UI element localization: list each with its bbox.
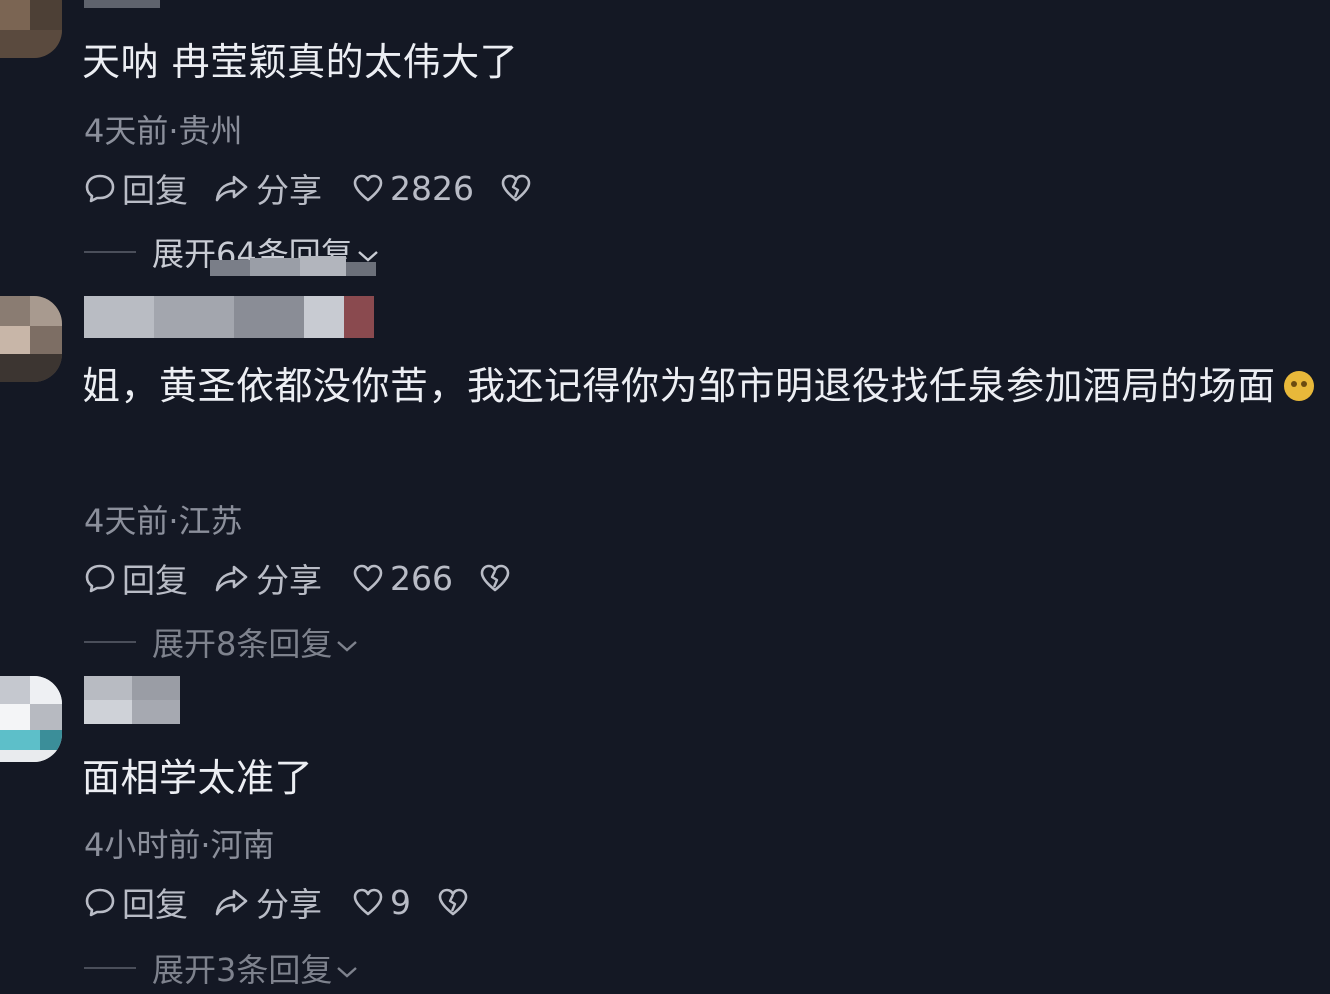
reply-label: 回复 — [122, 885, 188, 924]
reply-button[interactable]: 回复 — [84, 878, 188, 926]
chevron-down-icon — [336, 949, 358, 987]
share-arrow-icon — [214, 562, 250, 594]
share-button[interactable]: 分享 — [214, 164, 322, 212]
heart-icon — [352, 887, 384, 917]
dislike-button[interactable] — [437, 887, 469, 917]
username-blurred[interactable] — [84, 296, 374, 338]
divider-dash — [84, 641, 136, 643]
dislike-button[interactable] — [479, 563, 511, 593]
avatar[interactable] — [0, 676, 62, 762]
share-arrow-icon — [214, 172, 250, 204]
comment-time-location: 4天前·江苏 — [84, 502, 243, 540]
broken-heart-icon — [500, 173, 532, 203]
share-button[interactable]: 分享 — [214, 878, 322, 926]
like-count: 266 — [390, 558, 453, 598]
broken-heart-icon — [437, 887, 469, 917]
expand-replies-button[interactable]: 展开8条回复 — [84, 620, 358, 664]
reply-label: 回复 — [122, 171, 188, 210]
comment-actions: 回复 分享 266 — [84, 556, 511, 600]
expand-replies-label: 展开3条回复 — [152, 951, 333, 989]
like-button[interactable]: 9 — [352, 883, 411, 922]
divider-dash — [84, 251, 136, 253]
reply-label: 回复 — [122, 561, 188, 600]
comment-actions: 回复 分享 9 — [84, 880, 469, 924]
like-count: 9 — [390, 882, 411, 922]
avatar[interactable] — [0, 296, 62, 382]
username-blurred[interactable] — [84, 0, 160, 8]
comment-bubble-icon — [84, 562, 116, 594]
broken-heart-icon — [479, 563, 511, 593]
comment-time-location: 4天前·贵州 — [84, 112, 243, 150]
heart-icon — [352, 563, 384, 593]
comment-text: 面相学太准了 — [82, 756, 314, 800]
comment-time-location: 4小时前·河南 — [84, 826, 275, 864]
comment-text: 天呐 冉莹颖真的太伟大了 — [82, 40, 519, 84]
expand-replies-label: 展开8条回复 — [152, 625, 333, 663]
comment-item: 面相学太准了 4小时前·河南 回复 分享 9 展开3条回复 — [0, 676, 1330, 994]
share-arrow-icon — [214, 886, 250, 918]
avatar[interactable] — [0, 0, 62, 58]
dislike-button[interactable] — [500, 173, 532, 203]
share-label: 分享 — [256, 171, 322, 210]
comment-text-content: 姐，黄圣依都没你苦，我还记得你为邹市明退役找任泉参加酒局的场面 — [82, 364, 1276, 408]
share-label: 分享 — [256, 561, 322, 600]
username-blurred[interactable] — [84, 676, 180, 724]
mosaic-strip — [150, 242, 376, 276]
chevron-down-icon — [336, 623, 358, 661]
grimace-emoji-icon — [1283, 371, 1314, 401]
comment-text: 姐，黄圣依都没你苦，我还记得你为邹市明退役找任泉参加酒局的场面 — [82, 354, 1327, 418]
share-label: 分享 — [256, 885, 322, 924]
expand-replies-button[interactable]: 展开3条回复 — [84, 946, 358, 990]
reply-button[interactable]: 回复 — [84, 554, 188, 602]
like-button[interactable]: 266 — [352, 559, 453, 598]
share-button[interactable]: 分享 — [214, 554, 322, 602]
like-button[interactable]: 2826 — [352, 169, 474, 208]
comment-bubble-icon — [84, 886, 116, 918]
comment-item: 天呐 冉莹颖真的太伟大了 4天前·贵州 回复 分享 2826 展开64条回复 — [0, 0, 1330, 290]
comment-bubble-icon — [84, 172, 116, 204]
reply-button[interactable]: 回复 — [84, 164, 188, 212]
heart-icon — [352, 173, 384, 203]
like-count: 2826 — [390, 168, 474, 208]
comment-item: 姐，黄圣依都没你苦，我还记得你为邹市明退役找任泉参加酒局的场面 4天前·江苏 回… — [0, 290, 1330, 670]
divider-dash — [84, 967, 136, 969]
comment-actions: 回复 分享 2826 — [84, 166, 532, 210]
